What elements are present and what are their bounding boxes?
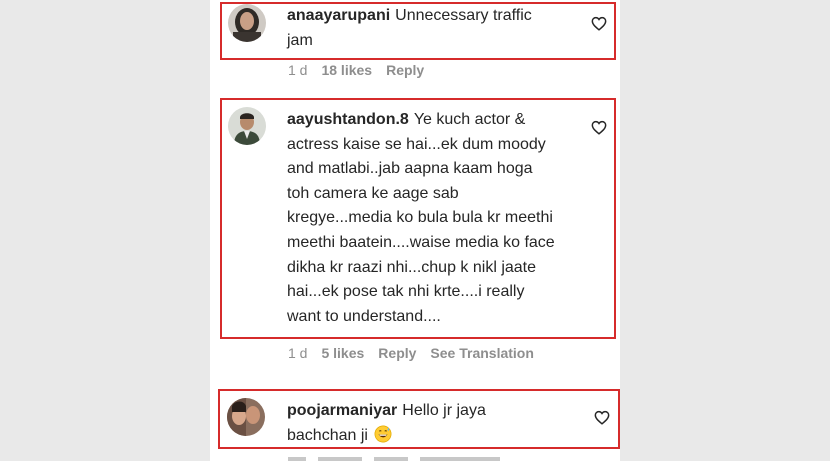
comment-time[interactable]: 1 d [288, 62, 307, 78]
comment-username[interactable]: poojarmaniyar [287, 402, 397, 419]
cut-off-meta-row [288, 455, 508, 461]
avatar[interactable] [227, 398, 265, 436]
comment-meta: 1 d 5 likes Reply See Translation [288, 345, 548, 361]
comment-body: Ye kuch actor & actress kaise se hai...e… [287, 111, 555, 325]
comment-text: anaayarupani Unnecessary traffic jam [287, 4, 557, 53]
comments-panel: anaayarupani Unnecessary traffic jam 1 d1… [210, 0, 620, 461]
comment-time[interactable]: 1 d [288, 345, 307, 361]
blurred-background-right [620, 0, 830, 461]
heart-icon[interactable] [594, 410, 610, 425]
reply-button[interactable]: Reply [386, 62, 424, 78]
comment-likes[interactable]: 18 likes [321, 62, 372, 78]
comment-likes[interactable]: 5 likes [321, 345, 364, 361]
avatar[interactable] [228, 4, 266, 42]
blurred-background-left [0, 0, 210, 461]
grinning-sweat-emoji-icon [374, 425, 392, 443]
avatar[interactable] [228, 107, 266, 145]
heart-icon[interactable] [591, 120, 607, 135]
comment-username[interactable]: aayushtandon.8 [287, 111, 409, 128]
comment-text: aayushtandon.8 Ye kuch actor & actress ka… [287, 108, 557, 329]
comment-text: poojarmaniyar Hello jr jaya bachchan ji [287, 399, 557, 448]
comment-username[interactable]: anaayarupani [287, 7, 390, 24]
comment-meta: 1 d 18 likes Reply [288, 62, 438, 78]
reply-button[interactable]: Reply [378, 345, 416, 361]
see-translation-button[interactable]: See Translation [430, 345, 533, 361]
heart-icon[interactable] [591, 16, 607, 31]
